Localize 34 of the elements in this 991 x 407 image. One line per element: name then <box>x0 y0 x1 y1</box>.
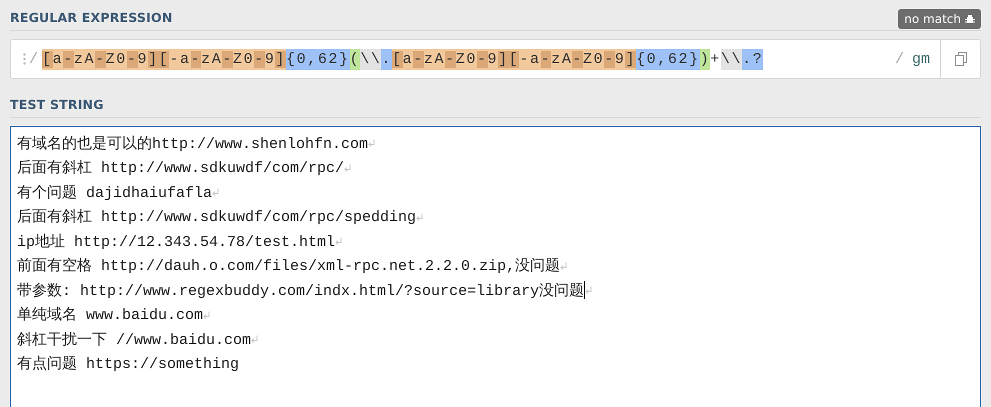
text-line: 前面有空格 http://dauh.o.com/files/xml-rpc.net.2.2.0.zip,没问题 <box>17 256 560 276</box>
regex-field[interactable]: / [a-zA-Z0-9][-a-zA-Z0-9]{0,62}(\\.[a-zA-Z0-9][-a-zA-Z0-9]{0,62})+\\.? / gm <box>10 39 981 79</box>
delimiter: / <box>29 50 38 68</box>
text-line: 带参数: http://www.regexbuddy.com/indx.html/?source=library没问题 <box>17 282 584 300</box>
regex-token: {0,62} <box>286 48 350 70</box>
section-title: REGULAR EXPRESSION <box>10 10 172 27</box>
text-line: 有个问题 dajidhaiufafla <box>17 184 212 202</box>
regex-token: \\ <box>360 48 382 70</box>
text-line: 后面有斜杠 http://www.sdkuwdf/com/rpc/ <box>17 158 344 178</box>
regex-token: ) <box>700 48 710 70</box>
test-string-field[interactable] <box>10 126 981 407</box>
text-line: 斜杠干扰一下 //www.baidu.com <box>17 330 252 349</box>
text-line: 单纯域名 www.baidu.com <box>17 306 204 324</box>
regex-token: + <box>710 50 721 70</box>
text-line: 有点问题 https://something <box>17 354 240 374</box>
section-title: TEST STRING <box>10 97 104 114</box>
regex-token: . <box>381 48 392 70</box>
delimiter: / <box>894 50 904 68</box>
regex-token: {0,62} <box>636 48 700 70</box>
regex-token: \\ <box>720 48 742 70</box>
regex-flags[interactable]: gm <box>912 50 930 68</box>
regex-token: [a-zA-Z0-9] <box>42 48 159 70</box>
drag-handle-icon[interactable] <box>23 53 26 65</box>
text-line: 后面有斜杠 http://www.sdkuwdf/com/rpc/spedding <box>17 208 416 226</box>
text-line: ip地址 http://12.343.54.78/test.html <box>17 232 336 251</box>
regex-token: [a-zA-Z0-9] <box>392 48 509 70</box>
text-line: 有域名的也是可以的http://www.shenlohfn.com <box>17 134 368 153</box>
regex-token: .? <box>742 48 764 70</box>
copy-icon <box>954 52 966 66</box>
regex-token: [-a-zA-Z0-9] <box>508 48 636 70</box>
regex-token: [-a-zA-Z0-9] <box>158 48 286 70</box>
bug-icon <box>965 14 975 24</box>
regex-token: ( <box>350 48 360 70</box>
status-badge: no match <box>898 9 981 29</box>
